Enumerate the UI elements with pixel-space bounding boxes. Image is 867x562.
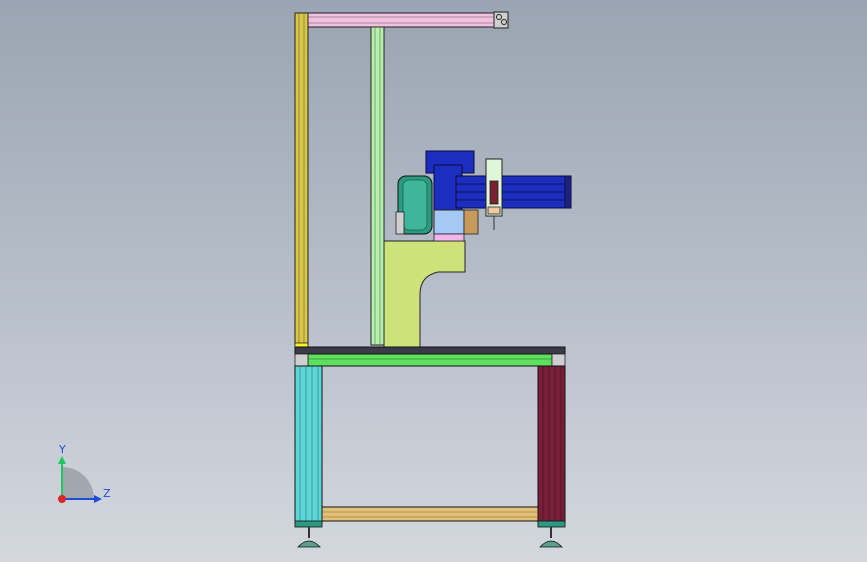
leveling-foot-left: [294, 520, 323, 548]
cad-viewport[interactable]: Y Z: [0, 0, 867, 562]
axis-triad[interactable]: Y Z: [50, 440, 120, 510]
tabletop: [294, 346, 566, 367]
front-leg: [294, 365, 323, 524]
y-axis-arrow-icon: [58, 456, 66, 464]
z-axis-arrow-icon: [94, 495, 102, 503]
leveling-foot-right: [537, 520, 566, 548]
linear-module-assembly: [395, 150, 572, 242]
z-axis-label: Z: [103, 487, 111, 500]
support-bracket: [383, 240, 466, 348]
rear-leg: [537, 365, 566, 524]
y-axis-label: Y: [58, 443, 66, 456]
triad-quadrant: [62, 467, 94, 499]
origin-dot-icon: [58, 495, 66, 503]
bottom-crossbar: [321, 506, 539, 522]
left-upright-post: [294, 12, 309, 349]
center-upright-post: [370, 26, 385, 346]
top-crossbeam: [307, 11, 509, 29]
machine-assembly-drawing[interactable]: [0, 0, 867, 562]
